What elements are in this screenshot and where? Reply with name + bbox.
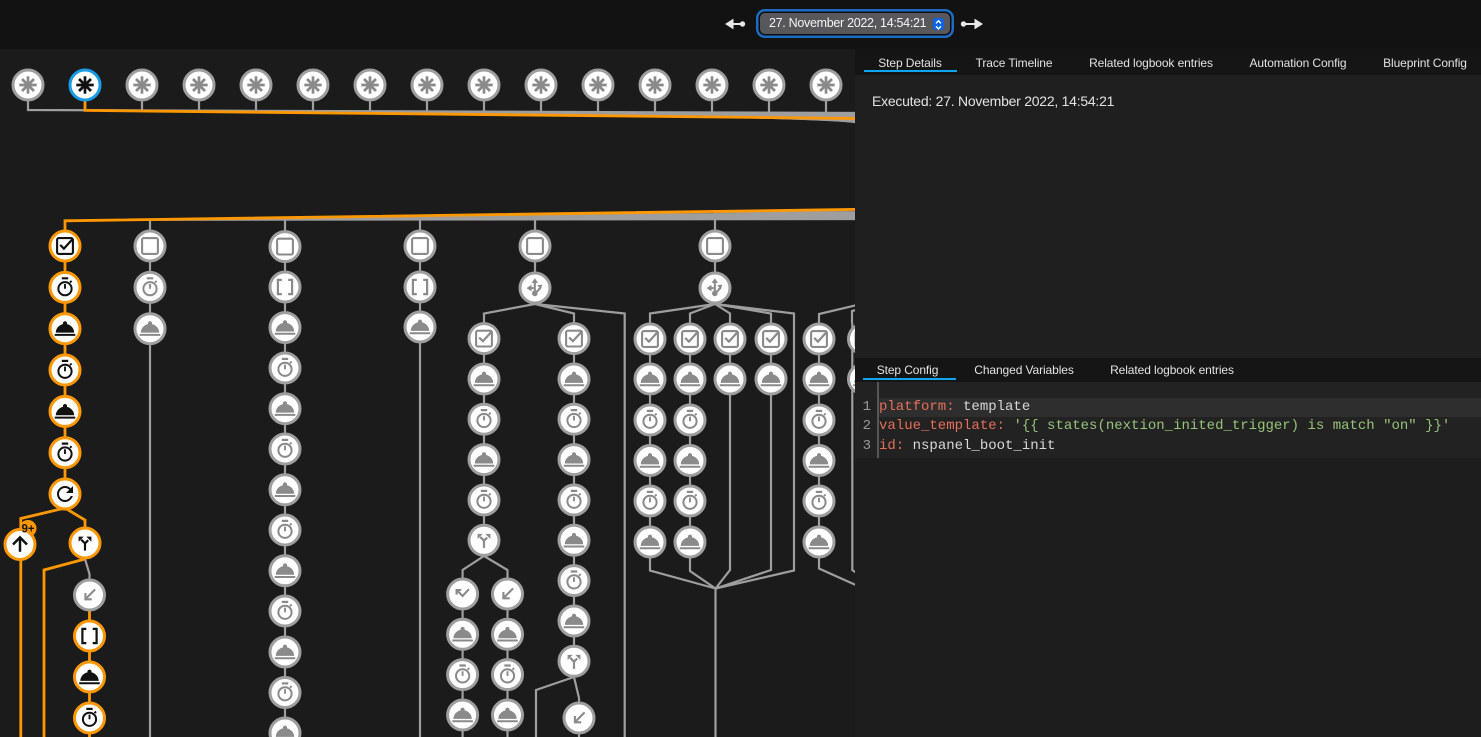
svg-text:9+: 9+: [21, 524, 34, 536]
